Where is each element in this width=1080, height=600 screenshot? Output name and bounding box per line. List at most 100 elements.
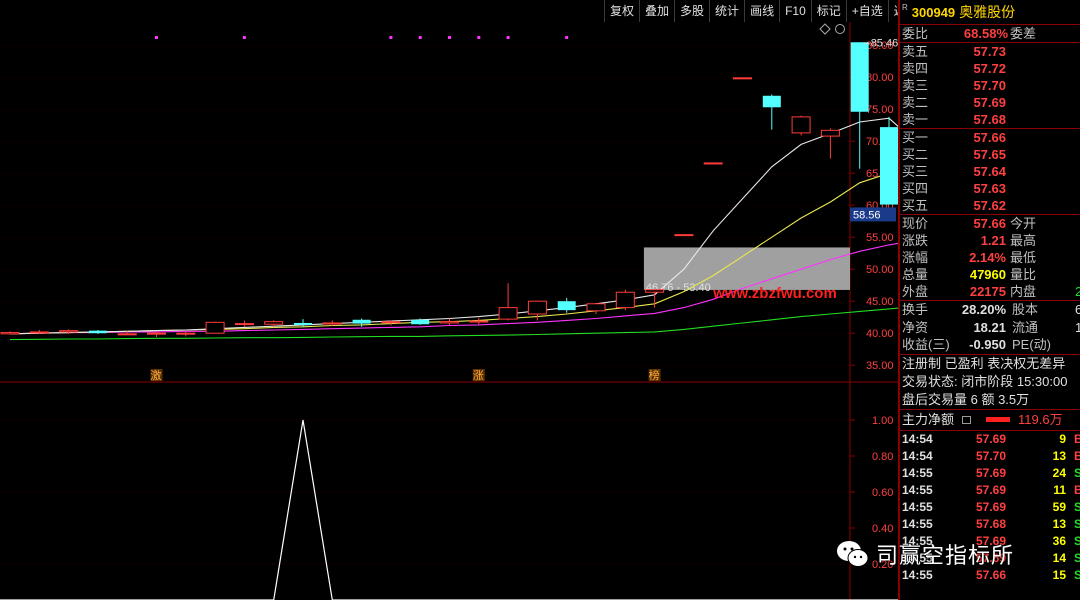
quote-stats-2: 换手 28.20% 股本 60 净资 18.21 流通 1 收益(三) -0.950 PE(动) [900,301,1080,354]
kline-chart-area[interactable]: 85.00 80.00 75.00 70.00 65.00 60.00 55.00 50.00… [0,22,898,600]
signal-dot [506,36,510,39]
sell-level-label: 卖五 [902,44,929,59]
sell-level-label: 卖一 [902,112,929,127]
toolbar-button-f10[interactable]: F10 [779,0,811,22]
ma10-line [9,170,898,335]
buy-order-list: 买一 57.66 买二 57.65 买三 57.64 买四 57.63 买五 57.62 [900,129,1080,214]
toolbar-button-mark[interactable]: 标记 [810,0,846,22]
signal-dot [448,36,451,39]
event-marker: 涨 [473,369,484,382]
buy-price: 57.64 [973,164,1006,179]
candle-body [352,319,371,324]
tick-price: 57.69 [975,499,1006,514]
tick-volume: 15 [1052,567,1066,582]
candle-body [88,330,107,334]
toolbar-button-overlay[interactable]: 叠加 [639,0,674,22]
tick-time: 14:55 [902,482,933,497]
signal-dot [477,36,481,39]
sell-level-label: 卖二 [902,95,929,110]
news-ticker: 注册制 已盈利 表决权无差异 交易状态: 闭市阶段 15:30:00 盘后交易量… [900,355,1080,409]
site-watermark: www.zbzfwu.com [712,285,837,302]
stat-label-2: 股本 [1012,302,1039,317]
signal-dot [389,36,393,39]
buy-level-label: 买一 [902,130,929,145]
candle-body [0,332,20,335]
diamond-icon[interactable] [819,23,831,35]
buy-level-label: 买三 [902,164,929,179]
ma60-line [9,307,898,341]
wechat-icon [837,541,869,567]
sell-price: 57.73 [973,44,1006,59]
price-axis-label: 35.00 [866,360,894,372]
stat-row: 换手 28.20% 股本 60 [900,301,1080,319]
stat-label-2: PE(动) [1012,337,1052,352]
tick-volume: 13 [1052,516,1066,531]
circle-icon[interactable] [835,24,845,34]
stat-value: 18.21 [973,319,1006,335]
stock-header: R 300949 奥雅股份 [900,0,1080,25]
tick-volume: 36 [1052,533,1066,548]
stat-label-2: 最低 [1010,250,1037,265]
order-ratio-row: 委比 68.58% 委差 [900,25,1080,42]
buy-row: 买三 57.64 [900,163,1080,180]
tick-direction: S [1074,533,1080,550]
stat-label-2: 流通 [1012,319,1039,335]
candle-body [880,127,898,205]
main-net-value: 119.6万 [1018,411,1063,427]
toolbar-button-restore-rights[interactable]: 复权 [604,0,639,22]
stat-value-2: 2 [1075,283,1080,300]
main-net-label: 主力净额 [902,411,955,427]
toolbar-button-multi-stock[interactable]: 多股 [674,0,709,22]
tick-volume: 9 [1059,431,1066,446]
stat-value: 28.20% [961,302,1006,317]
sell-level-label: 卖四 [902,61,929,76]
tick-volume: 13 [1052,448,1066,463]
toolbar-button-draw-line[interactable]: 画线 [744,0,779,22]
main-net-bar [986,416,1010,422]
stock-name[interactable]: 奥雅股份 [959,2,1015,22]
main-net-toggle-icon[interactable] [962,415,971,424]
stat-label: 涨跌 [902,233,929,248]
high-price-label: 85.46 [871,37,898,49]
stat-row: 总量 47960 量比 [900,266,1080,283]
sell-row: 卖二 57.69 [900,94,1080,111]
tick-row: 14:54 57.69 9B [900,431,1080,448]
candle-body [117,333,137,336]
candle-body [440,321,459,324]
candle-body [586,303,606,312]
kline-chart[interactable]: 85.0080.0075.0070.0065.0060.0055.0050.00… [0,22,898,600]
candle-body [527,300,547,315]
candle-body [498,307,518,320]
buy-level-label: 买四 [902,181,929,196]
tick-direction: B [1074,482,1080,499]
candle-body [820,129,840,137]
stat-row: 现价 57.66 今开 [900,215,1080,232]
sell-price: 57.68 [973,112,1006,127]
candle-body [381,321,401,324]
tick-volume: 24 [1052,465,1066,480]
sell-order-list: 卖五 57.73 卖四 57.72 卖三 57.70 卖二 57.69 卖一 57.68 [900,43,1080,128]
main-net-row: 主力净额 119.6万 [900,410,1080,430]
tick-volume: 59 [1052,499,1066,514]
stat-label: 外盘 [902,284,929,299]
quote-panel: R 300949 奥雅股份 委比 68.58% 委差 卖五 57.73 卖四 57.… [898,0,1080,600]
news-line[interactable]: 注册制 已盈利 表决权无差异 [900,355,1080,373]
tick-price: 57.69 [975,465,1006,480]
candle-body [850,42,869,112]
current-price-value: 58.56 [853,209,881,221]
stat-label-2: 内盘 [1010,284,1037,299]
stat-label: 现价 [902,216,929,231]
indicator-line [0,419,898,600]
tick-direction: S [1074,499,1080,516]
candle-body [674,234,694,237]
toolbar-button-add-watchlist[interactable]: +自选 [845,0,888,22]
sell-price: 57.72 [973,61,1006,76]
stat-value-2: 1 [1075,319,1080,337]
stat-value: 22175 [969,284,1006,299]
sell-row: 卖四 57.72 [900,60,1080,77]
tick-row: 14:55 57.68 13 S [900,516,1080,533]
buy-price: 57.62 [973,198,1006,213]
buy-level-label: 买五 [902,198,929,213]
toolbar-button-statistics[interactable]: 统计 [709,0,744,22]
stock-code[interactable]: 300949 [912,5,955,20]
